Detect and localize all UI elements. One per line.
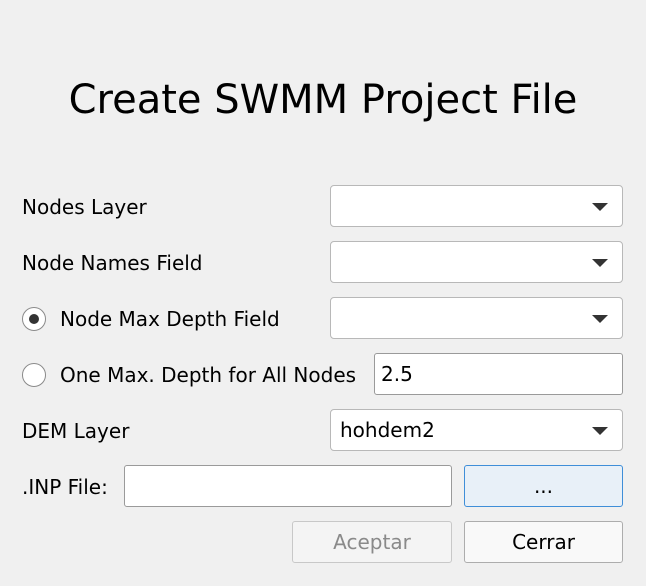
radio-unchecked-icon[interactable] [22, 363, 46, 387]
node-names-field-select[interactable] [330, 241, 623, 283]
inp-file-label: .INP File: [22, 475, 108, 499]
dem-layer-value: hohdem2 [340, 418, 435, 442]
dem-layer-select[interactable]: hohdem2 [330, 409, 623, 451]
close-button[interactable]: Cerrar [464, 521, 623, 563]
dialog-title: Create SWMM Project File [68, 77, 578, 123]
chevron-down-icon [592, 427, 608, 435]
one-max-depth-option[interactable]: One Max. Depth for All Nodes [22, 360, 356, 390]
accept-button[interactable]: Aceptar [292, 521, 452, 563]
chevron-down-icon [592, 315, 608, 323]
one-max-depth-input[interactable]: 2.5 [374, 353, 623, 395]
nodes-layer-select[interactable] [330, 185, 623, 227]
radio-checked-icon[interactable] [22, 307, 46, 331]
node-max-depth-field-label: Node Max Depth Field [60, 307, 280, 331]
dem-layer-label: DEM Layer [22, 419, 130, 443]
node-max-depth-field-option[interactable]: Node Max Depth Field [22, 304, 280, 334]
node-max-depth-field-select[interactable] [330, 297, 623, 339]
nodes-layer-label: Nodes Layer [22, 195, 147, 219]
chevron-down-icon [592, 259, 608, 267]
one-max-depth-value: 2.5 [381, 362, 413, 386]
browse-button[interactable]: ... [464, 465, 623, 507]
inp-file-input[interactable] [124, 465, 452, 507]
chevron-down-icon [592, 203, 608, 211]
one-max-depth-label: One Max. Depth for All Nodes [60, 363, 357, 387]
node-names-field-label: Node Names Field [22, 251, 203, 275]
